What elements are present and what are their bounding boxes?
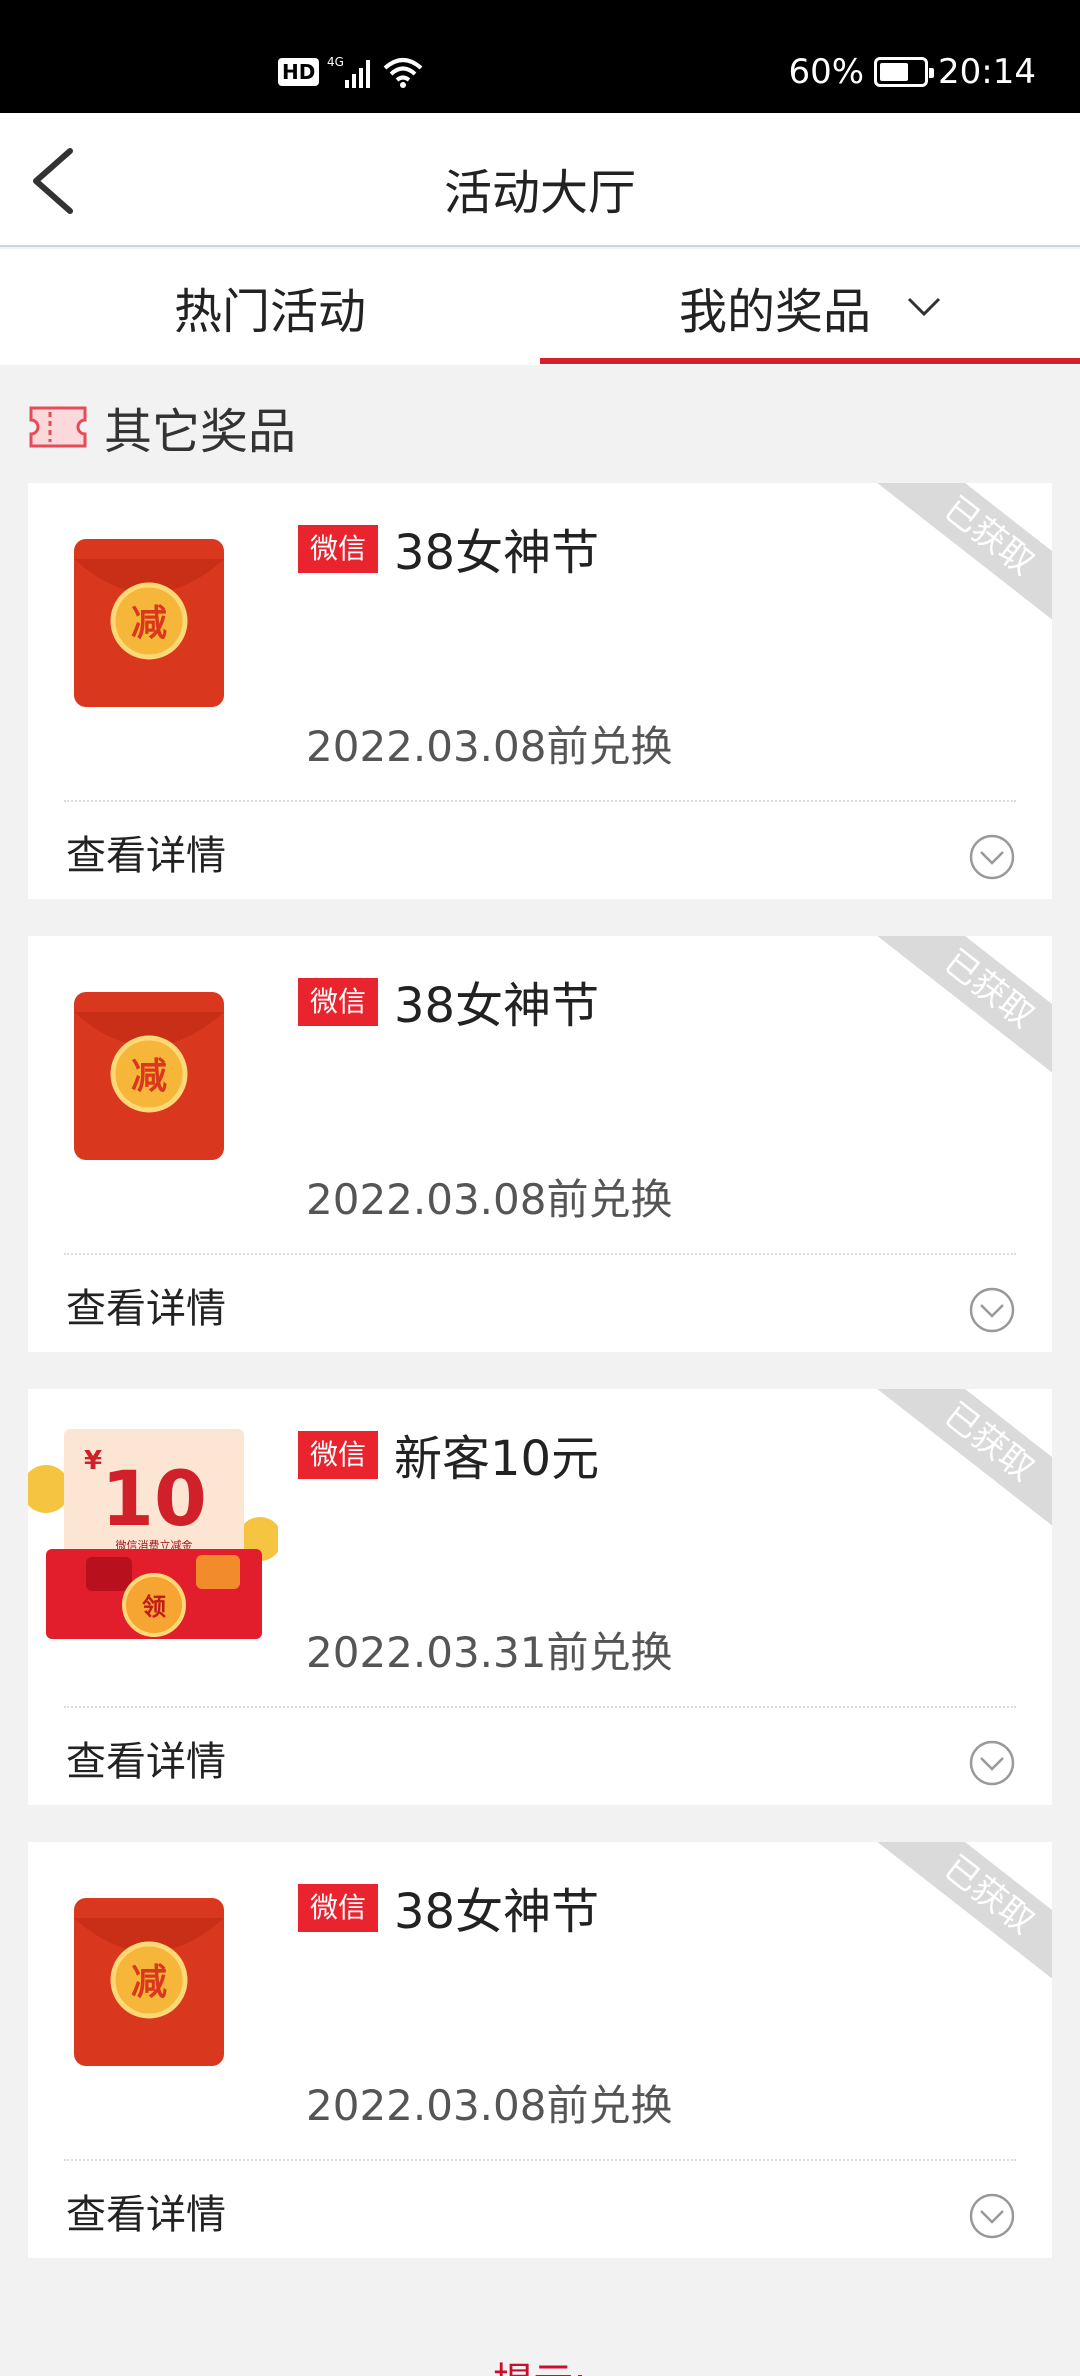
envelope-glyph: 减 xyxy=(131,1056,167,1097)
envelope-glyph: 减 xyxy=(131,1962,167,2003)
card-divider xyxy=(64,1253,1016,1255)
status-left: HD 4G xyxy=(278,52,425,92)
wechat-badge: 微信 xyxy=(298,1884,379,1932)
red-envelope-icon: 减 xyxy=(74,992,224,1160)
hd-icon: HD xyxy=(278,58,320,86)
status-bar: HD 4G 60% 20:14 xyxy=(0,0,1080,113)
tab-prize-label: 我的奖品 xyxy=(678,284,871,340)
voucher-envelope-icon: ¥ 10 微信消费立减金 领 xyxy=(28,1429,278,1639)
network-type-label: 4G xyxy=(327,55,344,69)
prize-card: 减 微信 38女神节 2022.03.08前兑换 查看详情 已获取 xyxy=(28,1842,1052,2258)
card-divider xyxy=(64,1706,1016,1708)
red-envelope-icon: 减 xyxy=(74,539,224,707)
redeem-deadline: 2022.03.08前兑换 xyxy=(306,2081,673,2130)
prize-title: 38女神节 xyxy=(394,525,600,581)
page-title: 活动大厅 xyxy=(443,165,636,221)
chevron-down-icon xyxy=(907,297,941,317)
redeem-deadline: 2022.03.08前兑换 xyxy=(306,722,673,771)
wechat-badge: 微信 xyxy=(298,1431,379,1479)
clock: 20:14 xyxy=(938,52,1036,92)
battery-percent: 60% xyxy=(788,52,865,92)
battery-icon xyxy=(874,57,935,87)
obtained-ribbon: 已获取 xyxy=(873,483,1052,635)
obtained-ribbon: 已获取 xyxy=(873,1389,1052,1541)
section-header: 其它奖品 xyxy=(28,392,296,462)
expand-circle-icon[interactable] xyxy=(968,2192,1016,2240)
view-details-link[interactable]: 查看详情 xyxy=(66,1729,226,1787)
card-divider xyxy=(64,2159,1016,2161)
prize-card: 减 微信 38女神节 2022.03.08前兑换 查看详情 已获取 xyxy=(28,936,1052,1352)
tab-my-prizes[interactable]: 我的奖品 xyxy=(540,249,1080,365)
voucher-amount: 10 xyxy=(101,1454,207,1543)
wechat-badge: 微信 xyxy=(298,978,379,1026)
section-title: 其它奖品 xyxy=(104,404,297,460)
expand-circle-icon[interactable] xyxy=(968,833,1016,881)
red-envelope-icon: 减 xyxy=(74,1898,224,2066)
obtained-ribbon: 已获取 xyxy=(873,1842,1052,1994)
voucher-currency: ¥ xyxy=(84,1446,102,1476)
expand-circle-icon[interactable] xyxy=(968,1286,1016,1334)
view-details-link[interactable]: 查看详情 xyxy=(66,1276,226,1334)
expand-circle-icon[interactable] xyxy=(968,1739,1016,1787)
ticket-icon xyxy=(29,406,87,448)
active-tab-indicator xyxy=(540,358,1080,364)
view-details-link[interactable]: 查看详情 xyxy=(66,2182,226,2240)
tab-hot-label: 热门活动 xyxy=(173,284,366,340)
prize-card: ¥ 10 微信消费立减金 领 微信 新客10元 2022.03.31前兑换 查看… xyxy=(28,1389,1052,1805)
view-details-link[interactable]: 查看详情 xyxy=(66,823,226,881)
prize-title: 38女神节 xyxy=(394,1884,600,1940)
envelope-glyph: 减 xyxy=(131,603,167,644)
obtained-ribbon: 已获取 xyxy=(873,936,1052,1088)
redeem-deadline: 2022.03.08前兑换 xyxy=(306,1175,673,1224)
tab-bar: 热门活动 我的奖品 xyxy=(0,249,1080,365)
tab-hot-activities[interactable]: 热门活动 xyxy=(0,249,540,365)
voucher-coin-glyph: 领 xyxy=(142,1593,166,1621)
wechat-badge: 微信 xyxy=(298,525,379,573)
redeem-deadline: 2022.03.31前兑换 xyxy=(306,1628,673,1677)
prize-card: 减 微信 38女神节 2022.03.08前兑换 查看详情 已获取 xyxy=(28,483,1052,899)
prize-title: 38女神节 xyxy=(394,978,600,1034)
wifi-icon xyxy=(384,58,423,88)
prize-title: 新客10元 xyxy=(394,1431,600,1487)
card-divider xyxy=(64,800,1016,802)
status-right: 60% 20:14 xyxy=(788,50,1036,94)
header: 活动大厅 xyxy=(0,113,1080,247)
tip-text: 提示: xyxy=(0,2350,1080,2376)
signal-icon: 4G xyxy=(327,55,371,88)
